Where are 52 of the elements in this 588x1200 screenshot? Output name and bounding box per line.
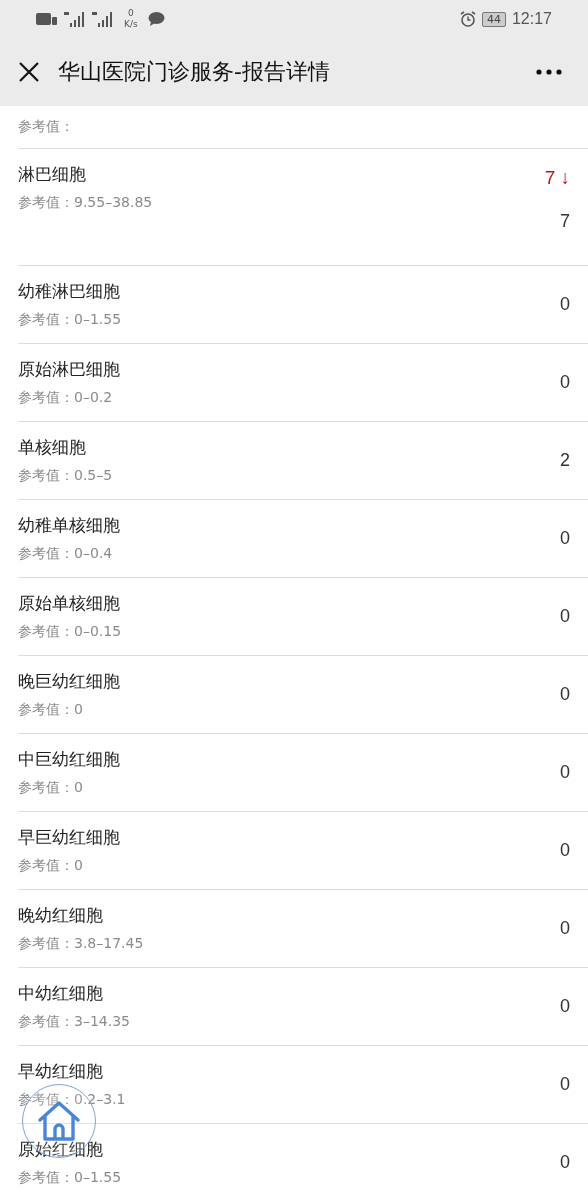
test-value: 7 bbox=[560, 211, 570, 232]
test-value: 2 bbox=[560, 450, 570, 471]
test-name: 中巨幼红细胞 bbox=[18, 748, 120, 771]
test-value: 0 bbox=[560, 606, 570, 627]
reference-range: 参考值：0.5–5 bbox=[18, 467, 113, 485]
test-value: 0 bbox=[560, 684, 570, 705]
alarm-clock-icon bbox=[459, 11, 476, 27]
network-speed-unit: K/s bbox=[124, 19, 138, 30]
test-name: 原始红细胞 bbox=[18, 1138, 104, 1161]
reference-range: 参考值：0–1.55 bbox=[18, 311, 122, 329]
reference-range: 参考值：9.55–38.85 bbox=[18, 194, 153, 212]
reference-range: 参考值： bbox=[18, 118, 74, 136]
low-result-label: 7 ↓ bbox=[544, 167, 570, 189]
test-value: 0 bbox=[560, 762, 570, 783]
network-speed: 0 bbox=[127, 8, 134, 19]
test-value: 0 bbox=[560, 840, 570, 861]
reference-range: 参考值：0–1.55 bbox=[18, 1169, 122, 1187]
reference-range: 参考值：0–0.2 bbox=[18, 389, 114, 407]
reference-range: 参考值：0–0.4 bbox=[18, 545, 114, 563]
reference-range: 参考值：0 bbox=[18, 779, 84, 797]
clock-time: 12:17 bbox=[511, 10, 552, 28]
reference-range: 参考值：0 bbox=[18, 701, 84, 719]
chat-bubble-icon bbox=[147, 12, 165, 26]
more-options-icon[interactable] bbox=[536, 69, 562, 75]
test-value: 0 bbox=[560, 1074, 570, 1095]
test-name: 原始单核细胞 bbox=[18, 592, 121, 615]
signal-icon bbox=[64, 11, 86, 27]
close-icon[interactable] bbox=[18, 61, 40, 83]
test-value: 0 bbox=[560, 528, 570, 549]
test-value: 0 bbox=[560, 294, 570, 315]
test-name: 晚幼红细胞 bbox=[18, 904, 104, 927]
signal-icon bbox=[92, 11, 114, 27]
test-value: 0 bbox=[560, 372, 570, 393]
reference-range: 参考值：3–14.35 bbox=[18, 1013, 130, 1031]
test-name: 中幼红细胞 bbox=[18, 982, 104, 1005]
test-value: 0 bbox=[560, 996, 570, 1017]
test-name: 幼稚单核细胞 bbox=[18, 514, 120, 537]
reference-range: 参考值：3.8–17.45 bbox=[18, 935, 144, 953]
test-name: 晚巨幼红细胞 bbox=[18, 670, 120, 693]
reference-range: 参考值：0 bbox=[18, 857, 84, 875]
test-name: 早巨幼红细胞 bbox=[18, 826, 120, 849]
test-value: 0 bbox=[560, 1152, 570, 1173]
test-name: 单核细胞 bbox=[18, 436, 87, 459]
hd-icon bbox=[36, 12, 58, 26]
test-name: 幼稚淋巴细胞 bbox=[18, 280, 121, 303]
reference-range: 参考值：0–0.15 bbox=[18, 623, 122, 641]
test-name: 原始淋巴细胞 bbox=[18, 358, 120, 381]
page-title: 华山医院门诊服务-报告详情 bbox=[58, 58, 331, 86]
test-name: 早幼红细胞 bbox=[18, 1060, 104, 1083]
test-name: 淋巴细胞 bbox=[18, 163, 87, 186]
battery-indicator: 44 bbox=[481, 11, 506, 27]
test-value: 0 bbox=[560, 918, 570, 939]
